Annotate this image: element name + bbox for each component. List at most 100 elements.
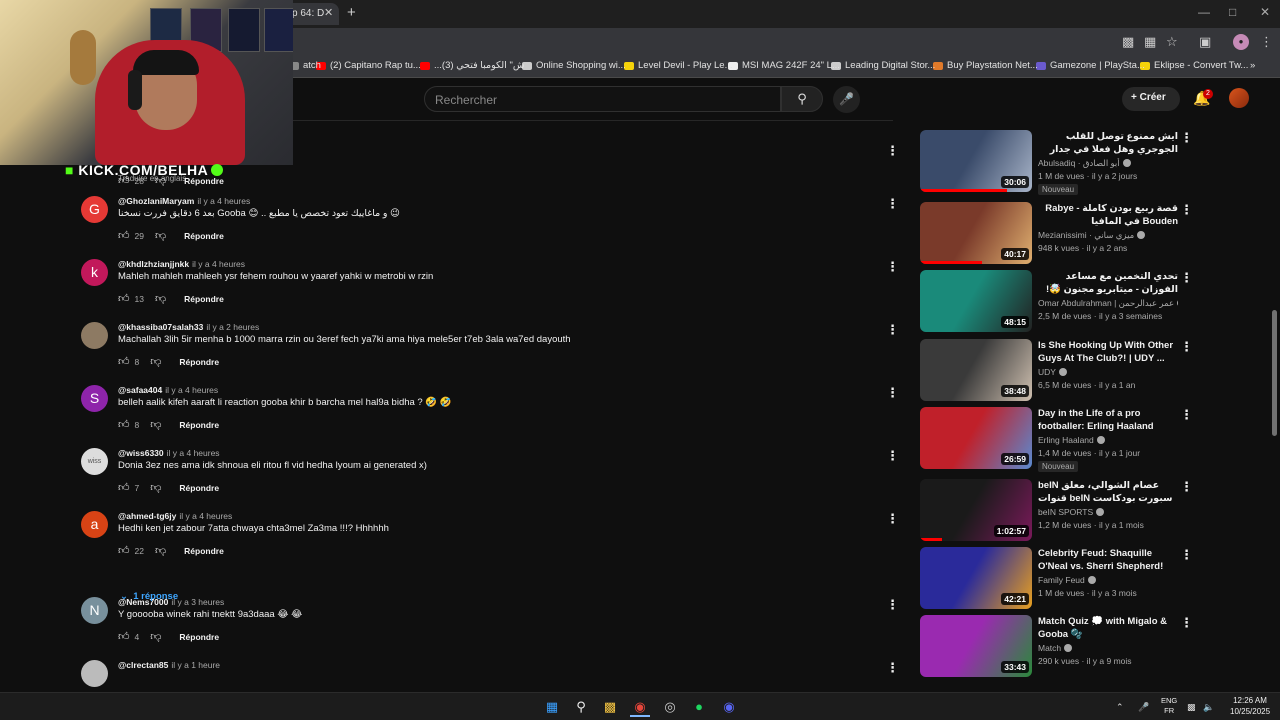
related-video-item[interactable]: 30:06 ايش ممنوع توصل للقلب الجوجري وهل فع… [920,130,1192,195]
related-video-item[interactable]: 48:15 تحدي التخمين مع مساعد الفوزان - ميت… [920,270,1192,334]
comment-avatar[interactable]: k [81,259,108,286]
comment-author[interactable]: @GhozlaniMaryam [118,196,194,206]
reply-button[interactable]: Répondre [179,483,219,493]
file-explorer-icon[interactable]: ▩ [600,697,620,717]
video-thumbnail[interactable]: 26:59 [920,407,1032,469]
comment-menu-icon[interactable]: ⋮ [886,143,899,159]
dislike-icon[interactable]: 👎︎ [155,292,166,305]
channel-name[interactable]: Mezianissimi · ميزي ساني [1038,230,1134,240]
like-icon[interactable]: 👍︎ [118,174,130,187]
dislike-icon[interactable]: 👎︎ [150,418,161,431]
comment-author[interactable]: @ahmed-tg6jy [118,511,176,521]
related-video-item[interactable]: 33:43 Match Quiz 💭 with Migalo & Gooba 🫧 M… [920,615,1192,679]
video-thumbnail[interactable]: 48:15 [920,270,1032,332]
comment-author[interactable]: @khassiba07salah33 [118,322,203,332]
like-icon[interactable]: 👍︎ [118,544,130,557]
discord-icon[interactable]: ◉ [719,697,739,717]
bookmark-item[interactable]: Eklipse - Convert Tw... [1140,60,1248,71]
bookmark-item[interactable]: atch [289,60,321,71]
bookmark-item[interactable]: Gamezone | PlaySta... [1036,60,1145,71]
obs-icon[interactable]: ◎ [660,697,680,717]
view-replies-button[interactable]: ⌄ 1 réponse [120,591,178,602]
comment-time[interactable]: il y a 4 heures [179,511,232,521]
bookmark-item[interactable]: Level Devil - Play Le... [624,60,733,71]
tray-chevron-up-icon[interactable]: ⌃ [1116,702,1124,713]
maximize-icon[interactable]: □ [1229,5,1236,19]
bookmark-item[interactable]: Leading Digital Stor... [831,60,935,71]
comment-menu-icon[interactable]: ⋮ [886,196,899,212]
like-icon[interactable]: 👍︎ [118,630,130,643]
create-button[interactable]: + Créer [1122,87,1180,111]
bookmark-item[interactable]: (2) Capitano Rap tu... [316,60,421,71]
comment-time[interactable]: il y a 4 heures [197,196,250,206]
spotify-icon[interactable]: ● [689,697,709,717]
video-title[interactable]: beIN عصام الشوالي، معلق قنوات beIN سبورت… [1038,479,1178,505]
video-menu-icon[interactable]: ⋮ [1180,407,1192,423]
comment-time[interactable]: il y a 4 heures [165,385,218,395]
comment-author[interactable]: @khdlzhzianjjnkk [118,259,189,269]
scrollbar-thumb[interactable] [1272,310,1277,436]
video-menu-icon[interactable]: ⋮ [1180,615,1192,631]
search-input[interactable]: Rechercher [424,86,781,112]
video-menu-icon[interactable]: ⋮ [1180,270,1192,286]
comment-avatar[interactable]: a [81,511,108,538]
comment-avatar[interactable]: N [81,597,108,624]
comment-avatar[interactable] [81,322,108,349]
reply-button[interactable]: Répondre [184,231,224,241]
comment-time[interactable]: il y a 1 heure [171,660,220,670]
like-icon[interactable]: 👍︎ [118,229,130,242]
video-thumbnail[interactable]: 42:21 [920,547,1032,609]
comment-menu-icon[interactable]: ⋮ [886,322,899,338]
bookmark-item[interactable]: Online Shopping wi... [522,60,626,71]
reply-button[interactable]: Répondre [184,546,224,556]
voice-search-button[interactable]: 🎤 [833,86,860,113]
video-title[interactable]: Match Quiz 💭 with Migalo & Gooba 🫧 [1038,615,1178,641]
search-button[interactable]: ⚲ [781,86,823,112]
language-indicator[interactable]: ENG FR [1161,696,1177,716]
video-thumbnail[interactable]: 40:17 [920,202,1032,264]
browser-menu-icon[interactable]: ⋮ [1260,34,1273,50]
video-menu-icon[interactable]: ⋮ [1180,202,1192,218]
bookmarks-more-button[interactable]: » [1250,60,1255,71]
comment-avatar[interactable]: S [81,385,108,412]
channel-name[interactable]: Family Feud [1038,575,1085,585]
channel-name[interactable]: beIN SPORTS [1038,507,1093,517]
taskbar-search-icon[interactable]: ⚲ [571,697,591,717]
comment-author[interactable]: @wiss6330 [118,448,164,458]
chrome-icon[interactable]: ◉ [630,697,650,717]
like-icon[interactable]: 👍︎ [118,355,130,368]
comment-time[interactable]: il y a 3 heures [171,597,224,607]
microphone-tray-icon[interactable]: 🎤 [1138,702,1149,713]
comment-avatar[interactable]: wiss [81,448,108,475]
bookmark-star-icon[interactable]: ☆ [1166,34,1178,50]
dislike-icon[interactable]: 👎︎ [155,174,166,187]
comment-author[interactable]: @safaa404 [118,385,162,395]
video-menu-icon[interactable]: ⋮ [1180,130,1192,146]
related-video-item[interactable]: 26:59 Day in the Life of a pro footballer… [920,407,1192,472]
comment-menu-icon[interactable]: ⋮ [886,259,899,275]
video-title[interactable]: Celebrity Feud: Shaquille O'Neal vs. She… [1038,547,1178,573]
video-title[interactable]: قصة ربيع بودن كاملة - Rabye Bouden في ال… [1038,202,1178,228]
reply-button[interactable]: Répondre [179,420,219,430]
bookmark-item[interactable]: Buy Playstation Net... [933,60,1038,71]
channel-name[interactable]: Omar Abdulrahman | عمر عبدالرحمن [1038,298,1174,308]
dislike-icon[interactable]: 👎︎ [150,481,161,494]
video-thumbnail[interactable]: 38:48 [920,339,1032,401]
comment-avatar[interactable]: G [81,196,108,223]
channel-name[interactable]: UDY [1038,367,1056,377]
video-menu-icon[interactable]: ⋮ [1180,479,1192,495]
close-window-icon[interactable]: ✕ [1260,5,1270,19]
profile-avatar[interactable]: ● [1233,34,1249,50]
reply-button[interactable]: Répondre [179,357,219,367]
comment-time[interactable]: il y a 4 heures [167,448,220,458]
video-thumbnail[interactable]: 1:02:57 [920,479,1032,541]
comment-menu-icon[interactable]: ⋮ [886,448,899,464]
reply-button[interactable]: Répondre [179,632,219,642]
comment-menu-icon[interactable]: ⋮ [886,385,899,401]
install-app-icon[interactable]: ▩ [1122,34,1134,50]
related-video-item[interactable]: 38:48 Is She Hooking Up With Other Guys A… [920,339,1192,403]
extensions-icon[interactable]: ▣ [1199,34,1211,50]
related-video-item[interactable]: 40:17 قصة ربيع بودن كاملة - Rabye Bouden … [920,202,1192,266]
comment-menu-icon[interactable]: ⋮ [886,597,899,613]
video-thumbnail[interactable]: 33:43 [920,615,1032,677]
